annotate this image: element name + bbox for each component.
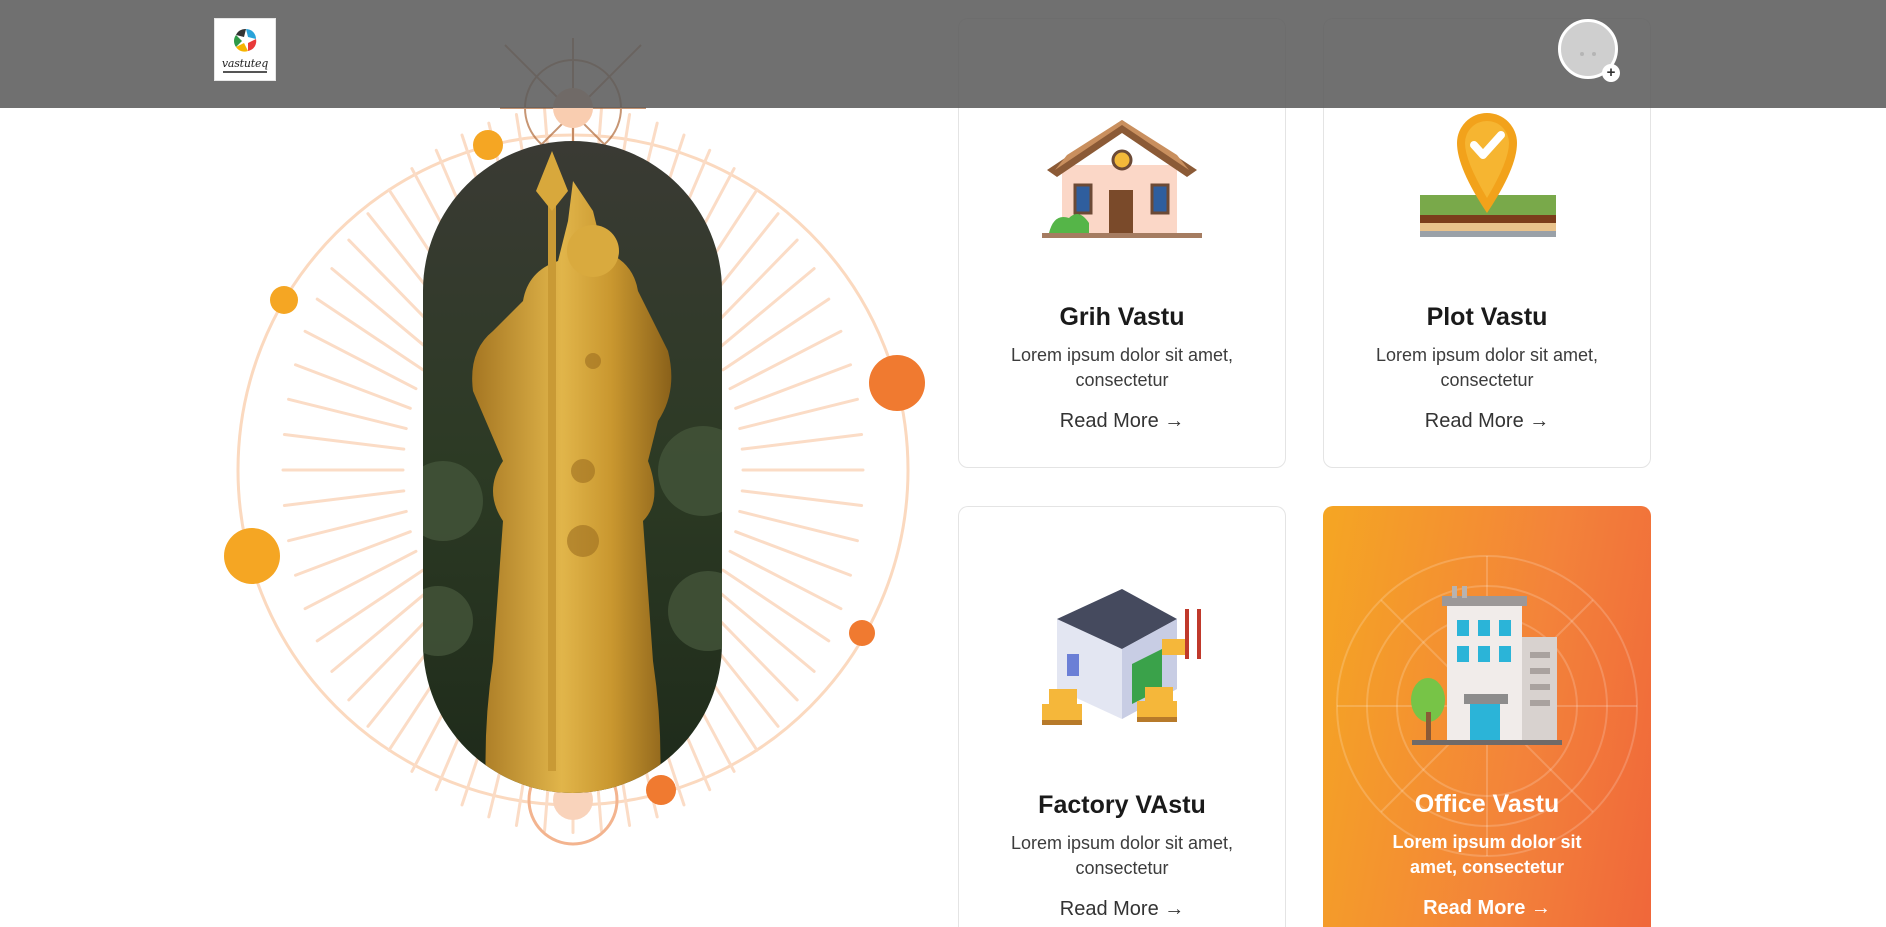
logo-text: vastuteq	[221, 57, 269, 70]
decorative-ray	[740, 432, 864, 451]
card-icon-area	[1323, 506, 1651, 745]
add-account-badge[interactable]: +	[1602, 64, 1620, 82]
golden-deity-statue-image	[423, 141, 722, 793]
office-building-icon	[1411, 586, 1562, 745]
decorative-ray	[315, 297, 425, 372]
decorative-ray	[282, 489, 406, 508]
card-title: Plot Vastu	[1426, 303, 1548, 331]
logo-underline	[223, 71, 267, 73]
decorative-ray	[287, 509, 408, 543]
card-title: Grih Vastu	[1059, 303, 1185, 331]
decorative-ray	[734, 530, 853, 577]
decorative-ray	[728, 329, 843, 391]
card-title: Office Vastu	[1414, 790, 1560, 818]
brand-logo[interactable]: vastuteq	[214, 18, 276, 81]
card-icon-area	[959, 507, 1285, 725]
card-description: Lorem ipsum dolor sit amet, consectetur	[1375, 345, 1599, 390]
decorative-ray	[282, 432, 406, 451]
read-more-link[interactable]: Read More →	[1324, 410, 1650, 433]
decorative-ray	[740, 489, 864, 508]
read-more-link[interactable]: Read More →	[959, 898, 1285, 921]
decorative-ray	[721, 568, 831, 643]
service-card-office[interactable]: Office Vastu Lorem ipsum dolor sit amet,…	[1323, 506, 1651, 927]
top-navigation-bar: vastuteq +	[0, 0, 1886, 108]
decorative-ray	[315, 568, 425, 643]
decorative-ray	[293, 530, 412, 577]
service-card-factory[interactable]: Factory VAstu Lorem ipsum dolor sit amet…	[958, 506, 1286, 927]
house-icon	[1042, 120, 1202, 238]
read-more-link[interactable]: Read More →	[1323, 897, 1651, 920]
decorative-ray	[721, 297, 831, 372]
decorative-ray	[738, 509, 859, 543]
factory-icon	[1042, 589, 1201, 725]
decorative-ray	[287, 397, 408, 431]
hero-illustration	[200, 0, 960, 927]
decorative-ray	[303, 549, 418, 611]
decorative-ray	[303, 329, 418, 391]
decorative-ray	[738, 397, 859, 431]
read-more-link[interactable]: Read More →	[959, 410, 1285, 433]
card-title: Factory VAstu	[1038, 791, 1206, 819]
decorative-ray	[293, 363, 412, 410]
card-description: Lorem ipsum dolor sit amet, consectetur	[1010, 345, 1234, 390]
card-description: Lorem ipsum dolor sit amet, consectetur	[1010, 833, 1234, 878]
plot-pin-icon	[1420, 113, 1556, 237]
decorative-ray	[728, 549, 843, 611]
decorative-ray	[734, 363, 853, 410]
card-description: Lorem ipsum dolor sit amet, consectetur	[1392, 832, 1582, 877]
